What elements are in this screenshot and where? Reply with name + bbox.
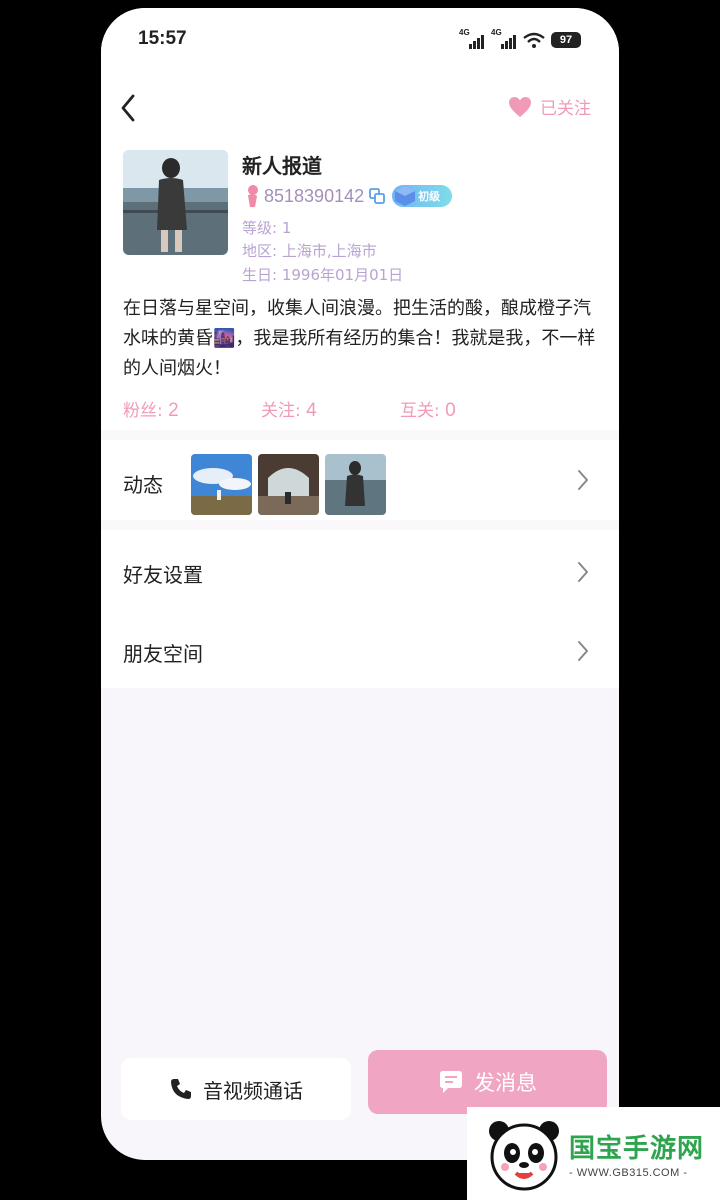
user-bio: 在日落与星空间，收集人间浪漫。把生活的酸，酿成橙子汽水味的黄昏🌆，我是我所有经历… (123, 298, 596, 379)
status-bar: 15:57 4G 4G 97 (101, 8, 619, 68)
watermark-text: 国宝手游网 - WWW.GB315.COM - (569, 1128, 704, 1179)
friend-settings-label: 好友设置 (123, 563, 203, 587)
user-level: 等级: 1 (242, 219, 292, 237)
followed-button[interactable]: 已关注 (508, 94, 591, 119)
panda-logo-icon (489, 1120, 559, 1190)
signal-icon: 4G (491, 28, 517, 49)
stat-following[interactable]: 关注: 4 (261, 396, 317, 422)
send-message-button[interactable]: 发消息 (368, 1050, 607, 1114)
chevron-left-icon (121, 94, 135, 122)
stat-fans[interactable]: 粉丝: 2 (123, 396, 179, 422)
moment-thumbnail[interactable] (325, 454, 386, 515)
status-icons: 4G 4G 97 (459, 28, 581, 50)
friend-space-row[interactable]: 朋友空间 (101, 608, 619, 683)
av-call-button[interactable]: 音视频通话 (121, 1058, 351, 1120)
chat-bubble-icon (440, 1071, 462, 1093)
moments-thumbnails (191, 454, 386, 515)
profile-content: 已关注 新人报道 8518390142 初级 等级: 1 地区: 上海市,上海市… (101, 68, 619, 688)
user-id-row: 8518390142 初级 (242, 183, 453, 209)
stat-mutual[interactable]: 互关: 0 (400, 396, 456, 422)
user-birthday: 生日: 1996年01月01日 (242, 266, 404, 284)
phone-screen: 15:57 4G 4G 97 已关注 新人报道 8518390142 初级 等级… (101, 8, 619, 1160)
avatar[interactable] (123, 150, 228, 255)
watermark-url: - WWW.GB315.COM - (569, 1167, 688, 1179)
moments-label: 动态 (123, 473, 163, 497)
back-button[interactable] (115, 90, 141, 126)
av-call-label: 音视频通话 (203, 1078, 303, 1103)
battery-icon: 97 (551, 32, 581, 48)
wifi-icon (523, 32, 545, 48)
signal-icon: 4G (459, 28, 485, 49)
chevron-right-icon (578, 470, 588, 490)
phone-icon (171, 1079, 191, 1099)
friend-space-label: 朋友空间 (123, 642, 203, 666)
watermark-title: 国宝手游网 (569, 1134, 705, 1164)
status-time: 15:57 (138, 28, 187, 49)
heart-icon (509, 96, 531, 117)
user-region: 地区: 上海市,上海市 (242, 242, 377, 260)
copy-icon[interactable] (369, 188, 386, 204)
followed-label: 已关注 (540, 99, 591, 119)
stats-row: 粉丝: 2 关注: 4 互关: 0 (123, 396, 603, 424)
section-divider (101, 520, 619, 530)
level-badge: 初级 (392, 185, 453, 207)
user-id: 8518390142 (264, 185, 365, 206)
moment-thumbnail[interactable] (258, 454, 319, 515)
chevron-right-icon (578, 562, 588, 582)
section-divider (101, 430, 619, 440)
moment-thumbnail[interactable] (191, 454, 252, 515)
chevron-right-icon (578, 641, 588, 661)
profile-name: 新人报道 (242, 154, 322, 178)
friend-settings-row[interactable]: 好友设置 (101, 530, 619, 600)
send-message-label: 发消息 (474, 1071, 537, 1095)
moments-row[interactable]: 动态 (101, 440, 619, 520)
gem-icon (395, 186, 416, 206)
female-icon (248, 185, 258, 207)
watermark: 国宝手游网 - WWW.GB315.COM - (467, 1107, 720, 1200)
